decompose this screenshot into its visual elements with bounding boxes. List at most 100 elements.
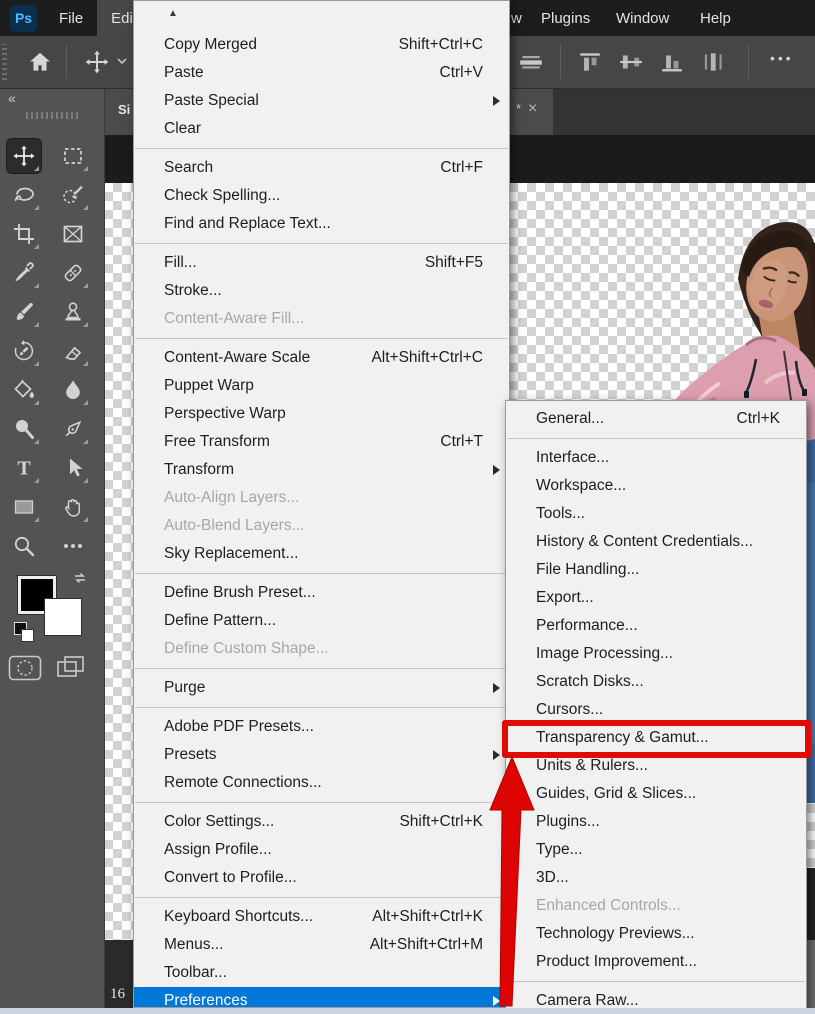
- menu-item-adobe-pdf-presets[interactable]: Adobe PDF Presets...: [134, 713, 509, 741]
- menu-item-interface[interactable]: Interface...: [506, 444, 806, 472]
- menu-item-menus[interactable]: Menus... Alt+Shift+Ctrl+M: [134, 931, 509, 959]
- menu-item-history-content-credentials[interactable]: History & Content Credentials...: [506, 528, 806, 556]
- align-horizontal-centers-icon[interactable]: [700, 49, 726, 75]
- align-center-icon[interactable]: [518, 49, 544, 75]
- paint-bucket-tool-button[interactable]: [6, 372, 42, 408]
- menu-item-keyboard-shortcuts[interactable]: Keyboard Shortcuts... Alt+Shift+Ctrl+K: [134, 903, 509, 931]
- hand-tool-button[interactable]: [55, 489, 91, 525]
- tab-close-icon[interactable]: ×: [528, 100, 537, 118]
- menu-plugins[interactable]: Plugins: [541, 0, 590, 36]
- menu-item-define-brush-preset[interactable]: Define Brush Preset...: [134, 579, 509, 607]
- menu-item-guides-grid-slices[interactable]: Guides, Grid & Slices...: [506, 780, 806, 808]
- menu-item-clear[interactable]: Clear: [134, 115, 509, 143]
- more-options-icon[interactable]: •••: [770, 50, 794, 66]
- menu-item-paste[interactable]: Paste Ctrl+V: [134, 59, 509, 87]
- pen-tool-button[interactable]: [55, 411, 91, 447]
- swap-colors-icon[interactable]: [72, 570, 88, 586]
- menu-item-performance[interactable]: Performance...: [506, 612, 806, 640]
- rectangle-tool-button[interactable]: [6, 489, 42, 525]
- menu-item-auto-blend-layers[interactable]: Auto-Blend Layers...: [134, 512, 509, 540]
- blur-tool-button[interactable]: [55, 372, 91, 408]
- menu-item-transform[interactable]: Transform: [134, 456, 509, 484]
- menu-item-cursors[interactable]: Cursors...: [506, 696, 806, 724]
- healing-brush-tool-button[interactable]: [55, 255, 91, 291]
- panel-drag-handle[interactable]: [26, 112, 78, 119]
- default-colors-icon[interactable]: [14, 622, 34, 642]
- align-top-edges-icon[interactable]: [577, 49, 603, 75]
- eyedropper-tool-button[interactable]: [6, 255, 42, 291]
- menu-help[interactable]: Help: [700, 0, 731, 36]
- zoom-tool-button[interactable]: [6, 528, 42, 564]
- path-selection-tool-button[interactable]: [55, 450, 91, 486]
- menu-item-sky-replacement[interactable]: Sky Replacement...: [134, 540, 509, 568]
- rectangular-marquee-tool-button[interactable]: [55, 138, 91, 174]
- menu-item-units-rulers[interactable]: Units & Rulers...: [506, 752, 806, 780]
- menu-item-define-pattern[interactable]: Define Pattern...: [134, 607, 509, 635]
- lasso-tool-button[interactable]: [6, 177, 42, 213]
- menu-item-product-improvement[interactable]: Product Improvement...: [506, 948, 806, 976]
- menu-item-auto-align-layers[interactable]: Auto-Align Layers...: [134, 484, 509, 512]
- menu-item-presets[interactable]: Presets: [134, 741, 509, 769]
- collapse-panel-button[interactable]: «: [8, 90, 16, 106]
- menu-window[interactable]: Window: [616, 0, 669, 36]
- menu-item-general[interactable]: General... Ctrl+K: [506, 405, 806, 433]
- menu-item-plugins[interactable]: Plugins...: [506, 808, 806, 836]
- more-tools-button[interactable]: [55, 528, 91, 564]
- menu-item-puppet-warp[interactable]: Puppet Warp: [134, 372, 509, 400]
- eraser-tool-button[interactable]: [55, 333, 91, 369]
- menu-item-scratch-disks[interactable]: Scratch Disks...: [506, 668, 806, 696]
- menu-file[interactable]: File: [45, 0, 97, 36]
- pen-icon: [61, 417, 85, 441]
- menu-item-fill[interactable]: Fill... Shift+F5: [134, 249, 509, 277]
- quick-mask-button[interactable]: [8, 655, 42, 681]
- menu-item-remote-connections[interactable]: Remote Connections...: [134, 769, 509, 797]
- menu-view-partial[interactable]: w: [511, 0, 522, 36]
- screen-mode-button[interactable]: [56, 655, 86, 681]
- home-icon[interactable]: [26, 49, 54, 75]
- move-tool-button[interactable]: [6, 138, 42, 174]
- menu-item-content-aware-fill[interactable]: Content-Aware Fill...: [134, 305, 509, 333]
- menu-item-workspace[interactable]: Workspace...: [506, 472, 806, 500]
- selection-brush-tool-button[interactable]: [55, 177, 91, 213]
- menu-item-color-settings[interactable]: Color Settings... Shift+Ctrl+K: [134, 808, 509, 836]
- menu-item-convert-to-profile[interactable]: Convert to Profile...: [134, 864, 509, 892]
- history-brush-tool-button[interactable]: [6, 333, 42, 369]
- menu-item-search[interactable]: Search Ctrl+F: [134, 154, 509, 182]
- dodge-tool-button[interactable]: [6, 411, 42, 447]
- type-tool-button[interactable]: T: [6, 450, 42, 486]
- chevron-down-icon[interactable]: [116, 56, 128, 66]
- brush-tool-button[interactable]: [6, 294, 42, 330]
- menu-item-3d[interactable]: 3D...: [506, 864, 806, 892]
- menu-item-stroke[interactable]: Stroke...: [134, 277, 509, 305]
- menu-item-find-and-replace-text[interactable]: Find and Replace Text...: [134, 210, 509, 238]
- menu-item-export[interactable]: Export...: [506, 584, 806, 612]
- align-vertical-centers-icon[interactable]: [618, 49, 644, 75]
- menu-item-define-custom-shape[interactable]: Define Custom Shape...: [134, 635, 509, 663]
- menu-item-toolbar[interactable]: Toolbar...: [134, 959, 509, 987]
- scroll-up-icon[interactable]: ▲: [134, 1, 509, 27]
- menu-item-free-transform[interactable]: Free Transform Ctrl+T: [134, 428, 509, 456]
- crop-tool-button[interactable]: [6, 216, 42, 252]
- menu-item-preferences[interactable]: Preferences: [134, 987, 509, 1008]
- menu-item-enhanced-controls[interactable]: Enhanced Controls...: [506, 892, 806, 920]
- clone-stamp-tool-button[interactable]: [55, 294, 91, 330]
- menu-item-content-aware-scale[interactable]: Content-Aware Scale Alt+Shift+Ctrl+C: [134, 344, 509, 372]
- menu-item-technology-previews[interactable]: Technology Previews...: [506, 920, 806, 948]
- menu-item-tools[interactable]: Tools...: [506, 500, 806, 528]
- menu-item-image-processing[interactable]: Image Processing...: [506, 640, 806, 668]
- menu-item-shortcut: Shift+Ctrl+K: [399, 813, 483, 831]
- menu-item-type[interactable]: Type...: [506, 836, 806, 864]
- background-color[interactable]: [44, 598, 82, 636]
- align-bottom-edges-icon[interactable]: [659, 49, 685, 75]
- menu-item-perspective-warp[interactable]: Perspective Warp: [134, 400, 509, 428]
- frame-tool-button[interactable]: [55, 216, 91, 252]
- menu-item-copy-merged[interactable]: Copy Merged Shift+Ctrl+C: [134, 31, 509, 59]
- menu-item-transparency-gamut[interactable]: Transparency & Gamut...: [506, 724, 806, 752]
- options-bar-grip[interactable]: [2, 44, 7, 80]
- move-tool-option-icon[interactable]: [84, 49, 110, 75]
- menu-item-paste-special[interactable]: Paste Special: [134, 87, 509, 115]
- menu-item-assign-profile[interactable]: Assign Profile...: [134, 836, 509, 864]
- menu-item-purge[interactable]: Purge: [134, 674, 509, 702]
- menu-item-check-spelling[interactable]: Check Spelling...: [134, 182, 509, 210]
- menu-item-file-handling[interactable]: File Handling...: [506, 556, 806, 584]
